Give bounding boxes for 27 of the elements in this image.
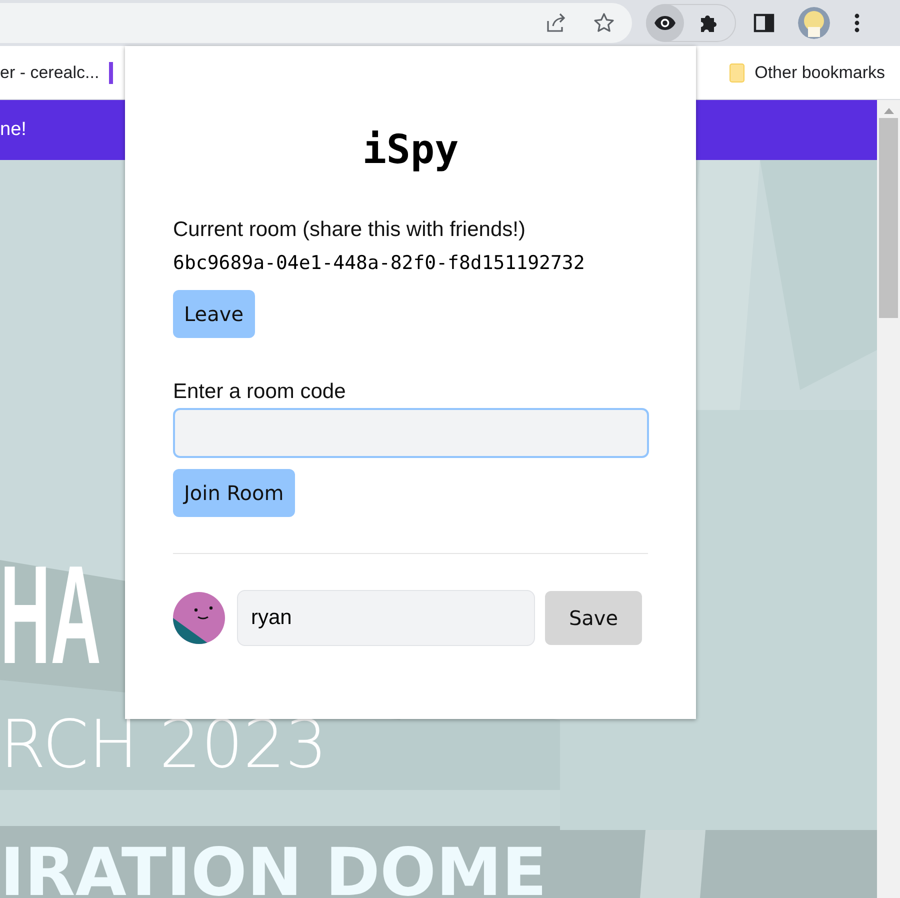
- bookmark-favicon: [109, 62, 114, 84]
- name-field[interactable]: ryan: [237, 590, 535, 646]
- current-room-label: Current room (share this with friends!): [173, 217, 526, 243]
- side-panel-icon[interactable]: [752, 11, 776, 35]
- leave-button[interactable]: Leave: [173, 290, 254, 338]
- star-icon[interactable]: [592, 11, 616, 35]
- eye-icon[interactable]: [646, 4, 684, 42]
- scroll-up-icon[interactable]: [884, 108, 894, 114]
- scrollbar[interactable]: [877, 100, 900, 898]
- bookmark-item[interactable]: er - cerealc...: [0, 62, 100, 82]
- app-title: iSpy: [362, 126, 459, 175]
- join-room-button[interactable]: Join Room: [173, 469, 295, 517]
- share-icon[interactable]: [544, 11, 568, 35]
- hero-headline: HA: [0, 545, 102, 685]
- room-code: 6bc9689a-04e1-448a-82f0-f8d151192732: [173, 251, 585, 276]
- bookmark-item[interactable]: Other bookmarks: [754, 62, 885, 82]
- profile-avatar[interactable]: [798, 7, 830, 39]
- menu-icon[interactable]: [854, 11, 860, 35]
- folder-icon[interactable]: [728, 62, 745, 82]
- banner-text: ne!: [0, 119, 26, 141]
- room-code-label: Enter a room code: [173, 379, 346, 405]
- avatar-icon: [173, 592, 225, 644]
- scroll-thumb[interactable]: [879, 118, 898, 318]
- event-date: RCH 2023: [0, 712, 328, 778]
- save-button[interactable]: Save: [545, 591, 642, 645]
- venue-title: IRATION DOME: [0, 840, 547, 898]
- room-code-field[interactable]: [173, 408, 649, 458]
